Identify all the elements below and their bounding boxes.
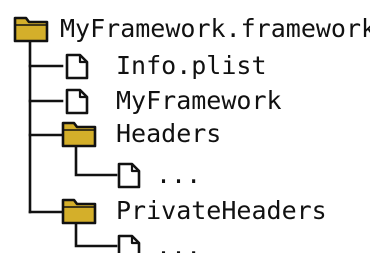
file-icon [117, 234, 141, 253]
tree-item-private-headers-ellipsis: ... [156, 232, 201, 253]
tree-item-info-plist: Info.plist [116, 51, 267, 80]
file-icon [117, 162, 141, 189]
folder-icon [13, 16, 49, 43]
tree-item-private-headers: PrivateHeaders [116, 196, 327, 225]
tree-item-myframework: MyFramework [116, 86, 282, 115]
tree-item-headers-ellipsis: ... [156, 160, 201, 189]
folder-icon [61, 121, 97, 148]
file-icon [65, 88, 89, 115]
tree-item-headers: Headers [116, 119, 221, 148]
root-folder-label: MyFramework.framework [60, 14, 370, 43]
connector-private-headers-child [74, 220, 118, 248]
file-tree-diagram: MyFramework.framework Info.plist MyFrame… [13, 14, 370, 253]
folder-icon [61, 198, 97, 225]
file-icon [65, 53, 89, 80]
connector-headers-child [74, 143, 118, 177]
